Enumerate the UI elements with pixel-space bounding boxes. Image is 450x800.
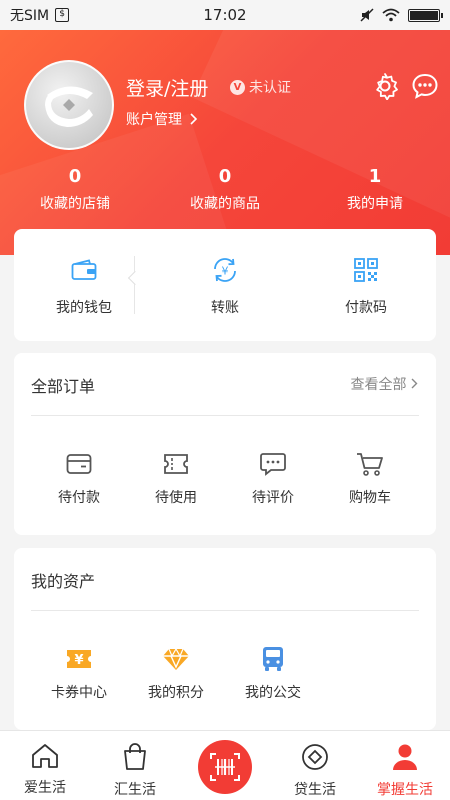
account-manage-label: 账户管理 <box>126 112 182 128</box>
nav-label: 爱生活 <box>24 780 66 796</box>
nav-label: 掌握生活 <box>377 782 433 798</box>
coupon-center-button[interactable]: ¥ 卡券中心 <box>29 644 129 702</box>
order-to-use[interactable]: 待使用 <box>126 449 226 507</box>
ticket-icon <box>164 454 188 474</box>
status-time: 17:02 <box>203 6 247 24</box>
tab-hui-life[interactable]: 汇生活 <box>90 731 180 800</box>
stat-my-applications[interactable]: 1 我的申请 <box>300 166 450 213</box>
payment-code-button[interactable]: 付款码 <box>296 255 436 317</box>
verify-label: 未认证 <box>249 80 291 96</box>
battery-icon <box>408 8 443 22</box>
shopping-cart-button[interactable]: 购物车 <box>320 449 420 507</box>
settings-gear-icon[interactable] <box>371 72 399 100</box>
shopping-bag-icon <box>124 743 146 770</box>
transfer-yuan-icon: ¥ <box>214 258 236 282</box>
stat-label: 我的申请 <box>347 196 403 212</box>
tab-love-life[interactable]: 爱生活 <box>0 731 90 800</box>
verify-v-icon: V <box>230 79 245 95</box>
divider <box>31 610 419 611</box>
svg-text:¥: ¥ <box>222 265 229 278</box>
view-all-label: 查看全部 <box>350 377 407 393</box>
stat-label: 收藏的店铺 <box>40 196 110 212</box>
profile-header: 登录/注册 V 未认证 账户管理 0 收藏的店铺 0 收藏的商品 1 我的申请 <box>0 30 450 255</box>
bus-icon <box>263 647 283 671</box>
order-pending-payment[interactable]: 待付款 <box>29 449 129 507</box>
comment-icon <box>260 453 286 476</box>
svg-text:¥: ¥ <box>74 653 83 668</box>
account-manage-link[interactable]: 账户管理 <box>126 109 198 129</box>
stat-value: 0 <box>68 166 82 187</box>
divider <box>31 415 419 416</box>
chevron-right-icon <box>411 378 418 389</box>
order-to-review[interactable]: 待评价 <box>223 449 323 507</box>
chevron-right-icon <box>190 113 198 125</box>
order-label: 购物车 <box>349 490 391 506</box>
nav-label: 汇生活 <box>114 782 156 798</box>
stat-value: 1 <box>368 166 382 187</box>
view-all-orders-link[interactable]: 查看全部 <box>351 374 418 394</box>
sim-icon: $ <box>55 8 70 22</box>
asset-label: 卡券中心 <box>51 685 107 701</box>
stat-favorite-stores[interactable]: 0 收藏的店铺 <box>0 166 150 213</box>
diamond-icon <box>163 647 189 670</box>
stat-value: 0 <box>218 166 232 187</box>
scan-button[interactable] <box>198 740 252 794</box>
login-register-link[interactable]: 登录/注册 <box>126 74 208 101</box>
carrier-label: 无SIM <box>10 8 50 24</box>
order-label: 待评价 <box>252 490 294 506</box>
user-icon <box>393 744 417 770</box>
order-label: 待付款 <box>58 490 100 506</box>
nav-label: 贷生活 <box>294 782 336 798</box>
qr-code-icon <box>354 258 378 282</box>
payment-code-label: 付款码 <box>345 300 387 316</box>
transfer-button[interactable]: ¥ 转账 <box>155 255 295 317</box>
asset-label: 我的积分 <box>148 685 204 701</box>
stat-label: 收藏的商品 <box>190 196 260 212</box>
tab-loan-life[interactable]: 贷生活 <box>270 731 360 800</box>
my-bus-button[interactable]: 我的公交 <box>223 644 323 702</box>
my-points-button[interactable]: 我的积分 <box>126 644 226 702</box>
coupon-icon: ¥ <box>67 650 91 668</box>
tab-master-life[interactable]: 掌握生活 <box>360 731 450 800</box>
cart-icon <box>357 453 383 476</box>
mute-icon <box>360 8 374 22</box>
assets-title: 我的资产 <box>31 572 96 591</box>
orders-title: 全部订单 <box>31 377 96 396</box>
avatar[interactable] <box>24 60 114 150</box>
stat-favorite-products[interactable]: 0 收藏的商品 <box>150 166 300 213</box>
order-label: 待使用 <box>155 490 197 506</box>
wallet-card: 我的钱包 ¥ 转账 付款码 <box>14 229 436 341</box>
wifi-icon <box>382 8 400 22</box>
message-bubble-icon[interactable] <box>411 72 439 100</box>
wallet-button[interactable]: 我的钱包 <box>14 255 154 317</box>
default-avatar-logo-icon <box>45 86 93 127</box>
stats-row: 0 收藏的店铺 0 收藏的商品 1 我的申请 <box>0 166 450 213</box>
loan-icon <box>302 744 328 770</box>
pending-payment-icon <box>66 454 92 474</box>
transfer-label: 转账 <box>211 300 239 316</box>
assets-card: 我的资产 ¥ 卡券中心 我的积分 我的公交 <box>14 548 436 730</box>
status-bar: 无SIM $ 17:02 <box>0 0 450 30</box>
asset-label: 我的公交 <box>245 685 301 701</box>
scan-barcode-icon <box>210 753 240 781</box>
verification-status: V 未认证 <box>230 77 291 97</box>
wallet-icon <box>71 259 97 280</box>
orders-card: 全部订单 查看全部 待付款 待使用 待评价 购物车 <box>14 353 436 535</box>
wallet-label: 我的钱包 <box>56 300 112 316</box>
home-icon <box>32 744 58 768</box>
